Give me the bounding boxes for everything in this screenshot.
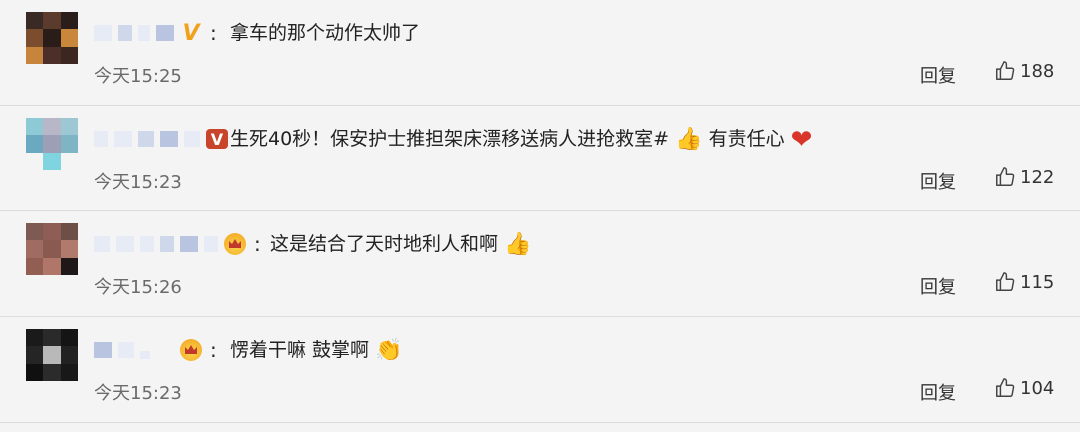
comment-time: 今天15:25	[94, 66, 182, 87]
like-count: 115	[1020, 271, 1055, 293]
thumbs-up-emoji-icon: 👍	[675, 126, 703, 152]
username[interactable]: V :	[94, 20, 227, 46]
crown-badge-icon	[224, 233, 246, 255]
crown-badge-icon	[180, 339, 202, 361]
thumbs-up-icon	[996, 272, 1015, 291]
comment-item: V : 生死40秒！保安护士推担架床漂移送病人进抢救室# 👍 有责任心 ❤ 今天…	[0, 106, 1080, 211]
comment-item: : 愣着干嘛 鼓掌啊 👏 今天15:23 回复 104	[0, 317, 1080, 423]
avatar[interactable]	[26, 329, 78, 381]
verified-badge-icon: V	[182, 20, 200, 46]
like-button[interactable]: 104	[994, 377, 1054, 399]
comment-text-suffix: 有责任心	[708, 128, 785, 150]
reply-button[interactable]: 回复	[920, 168, 956, 194]
avatar[interactable]	[26, 223, 78, 275]
comment-time: 今天15:23	[94, 172, 182, 193]
like-button[interactable]: 122	[994, 166, 1054, 188]
username[interactable]: :	[94, 338, 227, 362]
comment-text: 拿车的那个动作太帅了	[230, 20, 420, 46]
comment-text: 愣着干嘛 鼓掌啊 👏	[230, 337, 403, 363]
comment-text-content: 愣着干嘛 鼓掌啊	[230, 339, 370, 361]
like-count: 122	[1020, 166, 1055, 188]
thumbs-up-icon	[996, 167, 1015, 186]
reply-button[interactable]: 回复	[920, 379, 956, 405]
colon: :	[254, 232, 261, 256]
like-count: 104	[1020, 377, 1055, 399]
comment-text-content: 拿车的那个动作太帅了	[230, 22, 421, 44]
colon: :	[210, 338, 217, 362]
comment-item: : 这是结合了天时地利人和啊 👍 今天15:26 回复 115	[0, 211, 1080, 317]
username[interactable]: V :	[94, 127, 253, 151]
comment-text: 生死40秒！保安护士推担架床漂移送病人进抢救室# 👍 有责任心 ❤	[230, 124, 813, 155]
comment-text-content: 生死40秒！保安护士推担架床漂移送病人进抢救室#	[230, 128, 670, 150]
thumbs-up-emoji-icon: 👍	[504, 231, 532, 257]
comment-text: 这是结合了天时地利人和啊 👍	[270, 231, 531, 257]
like-button[interactable]: 115	[994, 271, 1054, 293]
avatar[interactable]	[26, 118, 78, 170]
like-count: 188	[1020, 60, 1055, 82]
verified-badge-icon: V	[206, 129, 228, 149]
comment-text-content: 这是结合了天时地利人和啊	[270, 233, 499, 255]
clapping-hands-emoji-icon: 👏	[375, 337, 403, 363]
thumbs-up-icon	[996, 61, 1015, 80]
avatar[interactable]	[26, 12, 78, 64]
colon: :	[210, 21, 217, 45]
comment-item: V : 拿车的那个动作太帅了 今天15:25 回复 188	[0, 0, 1080, 106]
reply-button[interactable]: 回复	[920, 62, 956, 88]
comment-time: 今天15:23	[94, 383, 182, 404]
reply-button[interactable]: 回复	[920, 273, 956, 299]
like-button[interactable]: 188	[994, 60, 1054, 82]
username[interactable]: :	[94, 232, 271, 256]
comment-time: 今天15:26	[94, 277, 182, 298]
heart-emoji-icon: ❤	[790, 124, 813, 155]
thumbs-up-icon	[996, 378, 1015, 397]
